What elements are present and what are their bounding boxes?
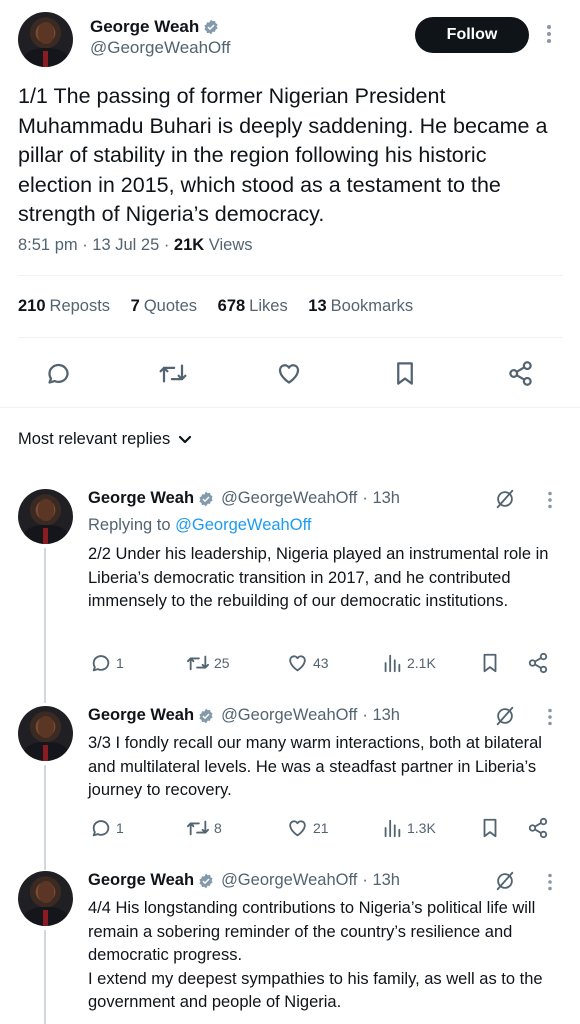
- reply-author-handle[interactable]: @GeorgeWeahOff: [221, 871, 357, 890]
- reply-count: 1: [116, 820, 124, 836]
- more-options-icon[interactable]: [547, 873, 553, 891]
- reply-author-handle[interactable]: @GeorgeWeahOff: [221, 706, 357, 725]
- replying-to-handle[interactable]: @GeorgeWeahOff: [175, 516, 311, 534]
- reply-text: 2/2 Under his leadership, Nigeria played…: [88, 545, 549, 610]
- reply-count: 1: [116, 655, 124, 671]
- author-handle[interactable]: @GeorgeWeahOff: [90, 38, 230, 58]
- tweet-timestamp[interactable]: 8:51 pm · 13 Jul 25 ·: [18, 236, 174, 254]
- thread-connector: [44, 930, 46, 1024]
- author-info[interactable]: George Weah @GeorgeWeahOff: [90, 17, 230, 58]
- engagement-stats: 210 Reposts 7 Quotes 678 Likes 13 Bookmarks: [18, 297, 413, 316]
- repost-icon: [187, 820, 209, 836]
- reply-icon[interactable]: [45, 360, 72, 387]
- repost-count: 25: [214, 655, 230, 671]
- reply-time[interactable]: · 13h: [362, 489, 400, 508]
- grok-icon[interactable]: [494, 488, 516, 510]
- view-count: 2.1K: [407, 655, 436, 671]
- bookmark-icon[interactable]: [393, 360, 417, 387]
- reply-author-handle[interactable]: @GeorgeWeahOff: [221, 489, 357, 508]
- quotes-stat[interactable]: 7 Quotes: [131, 297, 197, 315]
- reply-time[interactable]: · 13h: [362, 871, 400, 890]
- divider: [18, 337, 563, 338]
- reposts-stat[interactable]: 210 Reposts: [18, 297, 110, 315]
- repost-icon[interactable]: [158, 360, 188, 387]
- repost-action[interactable]: 8: [186, 817, 222, 839]
- views-count: 21K: [173, 236, 205, 254]
- thread-connector: [44, 548, 46, 703]
- reply-time[interactable]: · 13h: [362, 706, 400, 725]
- view-count: 1.3K: [407, 820, 436, 836]
- divider: [0, 407, 580, 408]
- reply-avatar[interactable]: [18, 871, 73, 926]
- tweet-text: 1/1 The passing of former Nigerian Presi…: [18, 84, 548, 226]
- tweet-meta: 8:51 pm · 13 Jul 25 · 21K Views: [18, 236, 253, 255]
- views-icon: [384, 654, 401, 673]
- reply-icon: [92, 820, 110, 837]
- like-count: 43: [313, 655, 329, 671]
- reply-header: George Weah @GeorgeWeahOff · 13h: [88, 706, 400, 725]
- views-action[interactable]: 2.1K: [381, 652, 436, 674]
- share-icon[interactable]: [527, 817, 549, 839]
- replying-to: Replying to @GeorgeWeahOff: [88, 516, 311, 535]
- verified-badge-icon: [199, 873, 213, 888]
- like-action[interactable]: 43: [286, 652, 329, 674]
- repost-count: 8: [214, 820, 222, 836]
- quotes-label: Quotes: [143, 297, 198, 315]
- thread-connector: [44, 765, 46, 870]
- replies-sort-label: Most relevant replies: [18, 430, 171, 448]
- likes-label: Likes: [249, 297, 288, 315]
- reply-avatar[interactable]: [18, 489, 73, 544]
- follow-button[interactable]: Follow: [415, 17, 529, 53]
- reply-text-paragraph: I extend my deepest sympathies to his fa…: [88, 969, 543, 1012]
- verified-badge-icon: [204, 19, 218, 35]
- like-icon[interactable]: [275, 360, 303, 387]
- bookmarks-stat[interactable]: 13 Bookmarks: [308, 297, 413, 315]
- reply-author-name[interactable]: George Weah: [88, 706, 194, 725]
- more-options-icon[interactable]: [547, 491, 553, 509]
- grok-icon[interactable]: [494, 705, 516, 727]
- author-name[interactable]: George Weah: [90, 17, 199, 37]
- bookmark-icon[interactable]: [480, 652, 500, 674]
- like-icon: [289, 820, 306, 837]
- reply-author-name[interactable]: George Weah: [88, 489, 194, 508]
- like-count: 21: [313, 820, 329, 836]
- likes-stat[interactable]: 678 Likes: [218, 297, 288, 315]
- views-action[interactable]: 1.3K: [381, 817, 436, 839]
- reposts-count: 210: [18, 297, 46, 315]
- reply-avatar[interactable]: [18, 706, 73, 761]
- reply-header: George Weah @GeorgeWeahOff · 13h: [88, 489, 400, 508]
- reply-text: 3/3 I fondly recall our many warm intera…: [88, 734, 542, 799]
- reposts-label: Reposts: [49, 297, 111, 315]
- like-action[interactable]: 21: [286, 817, 329, 839]
- repost-action[interactable]: 25: [186, 652, 230, 674]
- share-icon[interactable]: [527, 652, 549, 674]
- grok-icon[interactable]: [494, 870, 516, 892]
- author-avatar[interactable]: [18, 12, 73, 67]
- repost-icon: [187, 655, 209, 671]
- bookmarks-count: 13: [308, 297, 327, 315]
- reply-header: George Weah @GeorgeWeahOff · 13h: [88, 871, 400, 890]
- views-label: Views: [204, 236, 253, 254]
- reply-text-paragraph: 4/4 His longstanding contributions to Ni…: [88, 899, 536, 964]
- divider: [18, 275, 563, 276]
- bookmarks-label: Bookmarks: [330, 297, 414, 315]
- verified-badge-icon: [199, 491, 213, 506]
- share-icon[interactable]: [507, 360, 534, 387]
- chevron-down-icon: [179, 435, 192, 443]
- reply-action[interactable]: 1: [90, 652, 124, 674]
- bookmark-icon[interactable]: [480, 817, 500, 839]
- reply-action[interactable]: 1: [90, 817, 124, 839]
- more-options-icon[interactable]: [546, 24, 556, 44]
- more-options-icon[interactable]: [547, 708, 553, 726]
- reply-author-name[interactable]: George Weah: [88, 871, 194, 890]
- views-icon: [384, 819, 401, 838]
- verified-badge-icon: [199, 708, 213, 723]
- replies-sort-dropdown[interactable]: Most relevant replies: [18, 430, 192, 449]
- likes-count: 678: [217, 297, 246, 315]
- reply-text: 4/4 His longstanding contributions to Ni…: [88, 897, 568, 1015]
- reply-icon: [92, 655, 110, 672]
- replying-to-label: Replying to: [88, 516, 176, 534]
- like-icon: [289, 655, 306, 672]
- quotes-count: 7: [130, 297, 140, 315]
